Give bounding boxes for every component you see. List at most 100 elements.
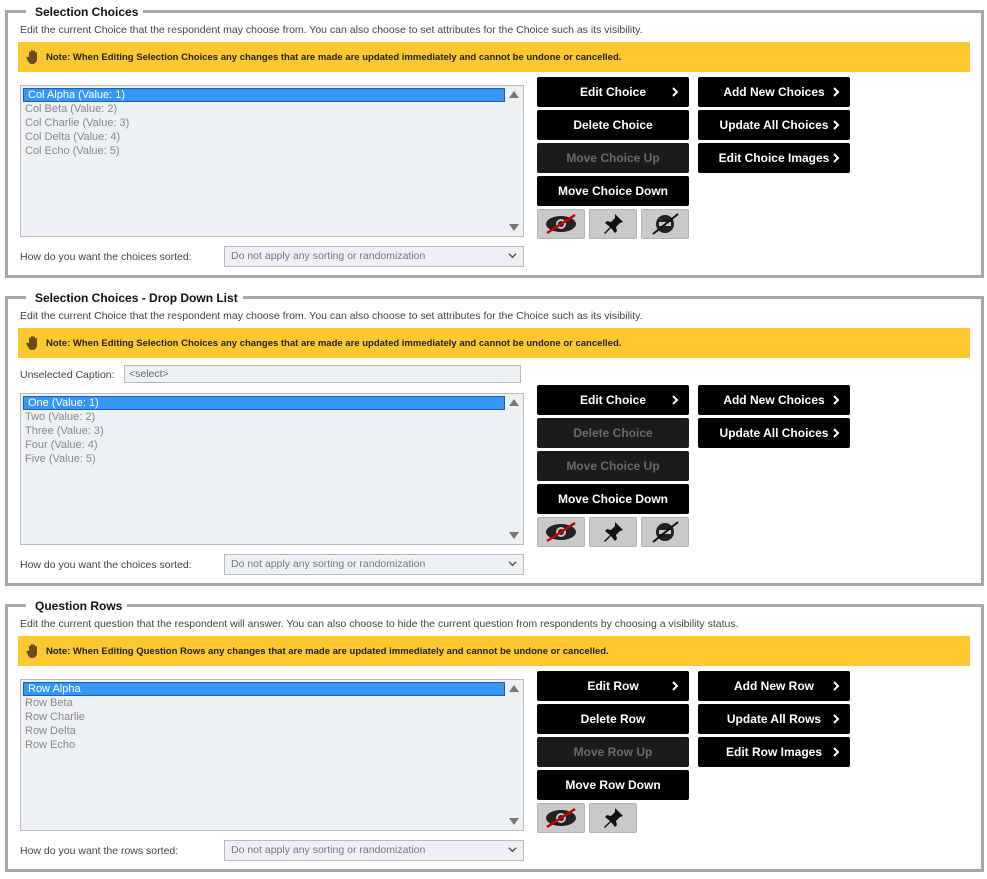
ban-icon: [652, 521, 679, 543]
exclude-button[interactable]: [641, 209, 689, 239]
warning-note: Note: When Editing Selection Choices any…: [18, 42, 970, 72]
chevron-right-icon: [672, 87, 679, 97]
delete-choice-button[interactable]: Delete Choice: [537, 110, 689, 140]
sort-select[interactable]: Do not apply any sorting or randomizatio…: [224, 840, 524, 861]
scroll-down-icon[interactable]: [509, 532, 519, 539]
edit-choice-button[interactable]: Edit Choice: [537, 77, 689, 107]
update-all-rows-button[interactable]: Update All Rows: [698, 704, 850, 734]
visibility-button[interactable]: [537, 803, 585, 833]
chevron-right-icon: [833, 428, 840, 438]
move-choice-up-button[interactable]: Move Choice Up: [537, 451, 689, 481]
visibility-button[interactable]: [537, 517, 585, 547]
move-row-up-button[interactable]: Move Row Up: [537, 737, 689, 767]
hand-stop-icon: [26, 336, 37, 350]
rows-listbox[interactable]: Row Alpha Row Beta Row Charlie Row Delta…: [20, 679, 524, 831]
exclude-button[interactable]: [641, 517, 689, 547]
hand-stop-icon: [26, 50, 37, 64]
add-new-choices-button[interactable]: Add New Choices: [698, 385, 850, 415]
sort-label: How do you want the choices sorted:: [20, 251, 192, 263]
delete-choice-button[interactable]: Delete Choice: [537, 418, 689, 448]
edit-row-images-button[interactable]: Edit Row Images: [698, 737, 850, 767]
update-all-choices-button[interactable]: Update All Choices: [698, 418, 850, 448]
chevron-right-icon: [833, 395, 840, 405]
listbox-scrollbar[interactable]: [507, 394, 523, 544]
list-item[interactable]: Col Charlie (Value: 3): [21, 116, 505, 130]
sort-select-value: Do not apply any sorting or randomizatio…: [231, 558, 426, 570]
sort-select-value: Do not apply any sorting or randomizatio…: [231, 250, 426, 262]
add-new-choices-button[interactable]: Add New Choices: [698, 77, 850, 107]
sort-select[interactable]: Do not apply any sorting or randomizatio…: [224, 246, 524, 267]
scroll-down-icon[interactable]: [509, 818, 519, 825]
move-choice-up-button[interactable]: Move Choice Up: [537, 143, 689, 173]
move-row-down-button[interactable]: Move Row Down: [537, 770, 689, 800]
list-item[interactable]: Row Alpha: [23, 682, 505, 696]
edit-choice-images-button[interactable]: Edit Choice Images: [698, 143, 850, 173]
warning-note: Note: When Editing Question Rows any cha…: [18, 636, 970, 666]
warning-note: Note: When Editing Selection Choices any…: [18, 328, 970, 358]
chevron-right-icon: [672, 681, 679, 691]
eye-slash-icon: [546, 213, 576, 235]
chevron-right-icon: [833, 120, 840, 130]
list-item[interactable]: Five (Value: 5): [21, 452, 505, 466]
ban-icon: [652, 213, 679, 235]
listbox-scrollbar[interactable]: [507, 680, 523, 830]
sort-select-value: Do not apply any sorting or randomizatio…: [231, 844, 426, 856]
list-item[interactable]: Row Echo: [21, 738, 505, 752]
unselected-caption-label: Unselected Caption:: [20, 369, 115, 381]
list-item[interactable]: Four (Value: 4): [21, 438, 505, 452]
chevron-right-icon: [672, 395, 679, 405]
move-choice-down-button[interactable]: Move Choice Down: [537, 484, 689, 514]
edit-choice-button[interactable]: Edit Choice: [537, 385, 689, 415]
sort-select[interactable]: Do not apply any sorting or randomizatio…: [224, 554, 524, 575]
listbox-scrollbar[interactable]: [507, 86, 523, 236]
pin-button[interactable]: [589, 517, 637, 547]
list-item[interactable]: Row Beta: [21, 696, 505, 710]
panel-description: Edit the current Choice that the respond…: [20, 310, 643, 322]
scroll-up-icon[interactable]: [509, 399, 519, 406]
chevron-right-icon: [833, 747, 840, 757]
panel-description: Edit the current question that the respo…: [20, 618, 739, 630]
selection-choices-panel: Selection Choices Edit the current Choic…: [5, 4, 984, 278]
warning-note-text: Note: When Editing Selection Choices any…: [46, 51, 622, 63]
add-new-row-button[interactable]: Add New Row: [698, 671, 850, 701]
sort-label: How do you want the choices sorted:: [20, 559, 192, 571]
panel-description: Edit the current Choice that the respond…: [20, 24, 643, 36]
chevron-right-icon: [833, 714, 840, 724]
list-item[interactable]: Col Echo (Value: 5): [21, 144, 505, 158]
list-item[interactable]: Row Delta: [21, 724, 505, 738]
move-choice-down-button[interactable]: Move Choice Down: [537, 176, 689, 206]
pin-button[interactable]: [589, 209, 637, 239]
chevron-down-icon: [508, 561, 517, 567]
hand-stop-icon: [26, 644, 37, 658]
visibility-button[interactable]: [537, 209, 585, 239]
dropdown-choices-panel: Selection Choices - Drop Down List Edit …: [5, 290, 984, 586]
edit-row-button[interactable]: Edit Row: [537, 671, 689, 701]
warning-note-text: Note: When Editing Selection Choices any…: [46, 337, 622, 349]
unselected-caption-input[interactable]: <select>: [124, 365, 521, 383]
choices-listbox[interactable]: One (Value: 1) Two (Value: 2) Three (Val…: [20, 393, 524, 545]
pushpin-icon: [604, 808, 623, 828]
list-item[interactable]: Col Delta (Value: 4): [21, 130, 505, 144]
sort-label: How do you want the rows sorted:: [20, 845, 179, 857]
pin-button[interactable]: [589, 803, 637, 833]
chevron-right-icon: [833, 87, 840, 97]
delete-row-button[interactable]: Delete Row: [537, 704, 689, 734]
scroll-up-icon[interactable]: [509, 91, 519, 98]
chevron-down-icon: [508, 847, 517, 853]
scroll-down-icon[interactable]: [509, 224, 519, 231]
list-item[interactable]: Row Charlie: [21, 710, 505, 724]
warning-note-text: Note: When Editing Question Rows any cha…: [46, 645, 609, 657]
list-item[interactable]: Two (Value: 2): [21, 410, 505, 424]
list-item[interactable]: Three (Value: 3): [21, 424, 505, 438]
eye-slash-icon: [546, 807, 576, 829]
list-item[interactable]: Col Beta (Value: 2): [21, 102, 505, 116]
choices-listbox[interactable]: Col Alpha (Value: 1) Col Beta (Value: 2)…: [20, 85, 524, 237]
scroll-up-icon[interactable]: [509, 685, 519, 692]
list-item[interactable]: Col Alpha (Value: 1): [23, 88, 505, 102]
list-item[interactable]: One (Value: 1): [23, 396, 505, 410]
pushpin-icon: [604, 522, 623, 542]
pushpin-icon: [604, 214, 623, 234]
chevron-right-icon: [833, 681, 840, 691]
chevron-right-icon: [833, 153, 840, 163]
update-all-choices-button[interactable]: Update All Choices: [698, 110, 850, 140]
